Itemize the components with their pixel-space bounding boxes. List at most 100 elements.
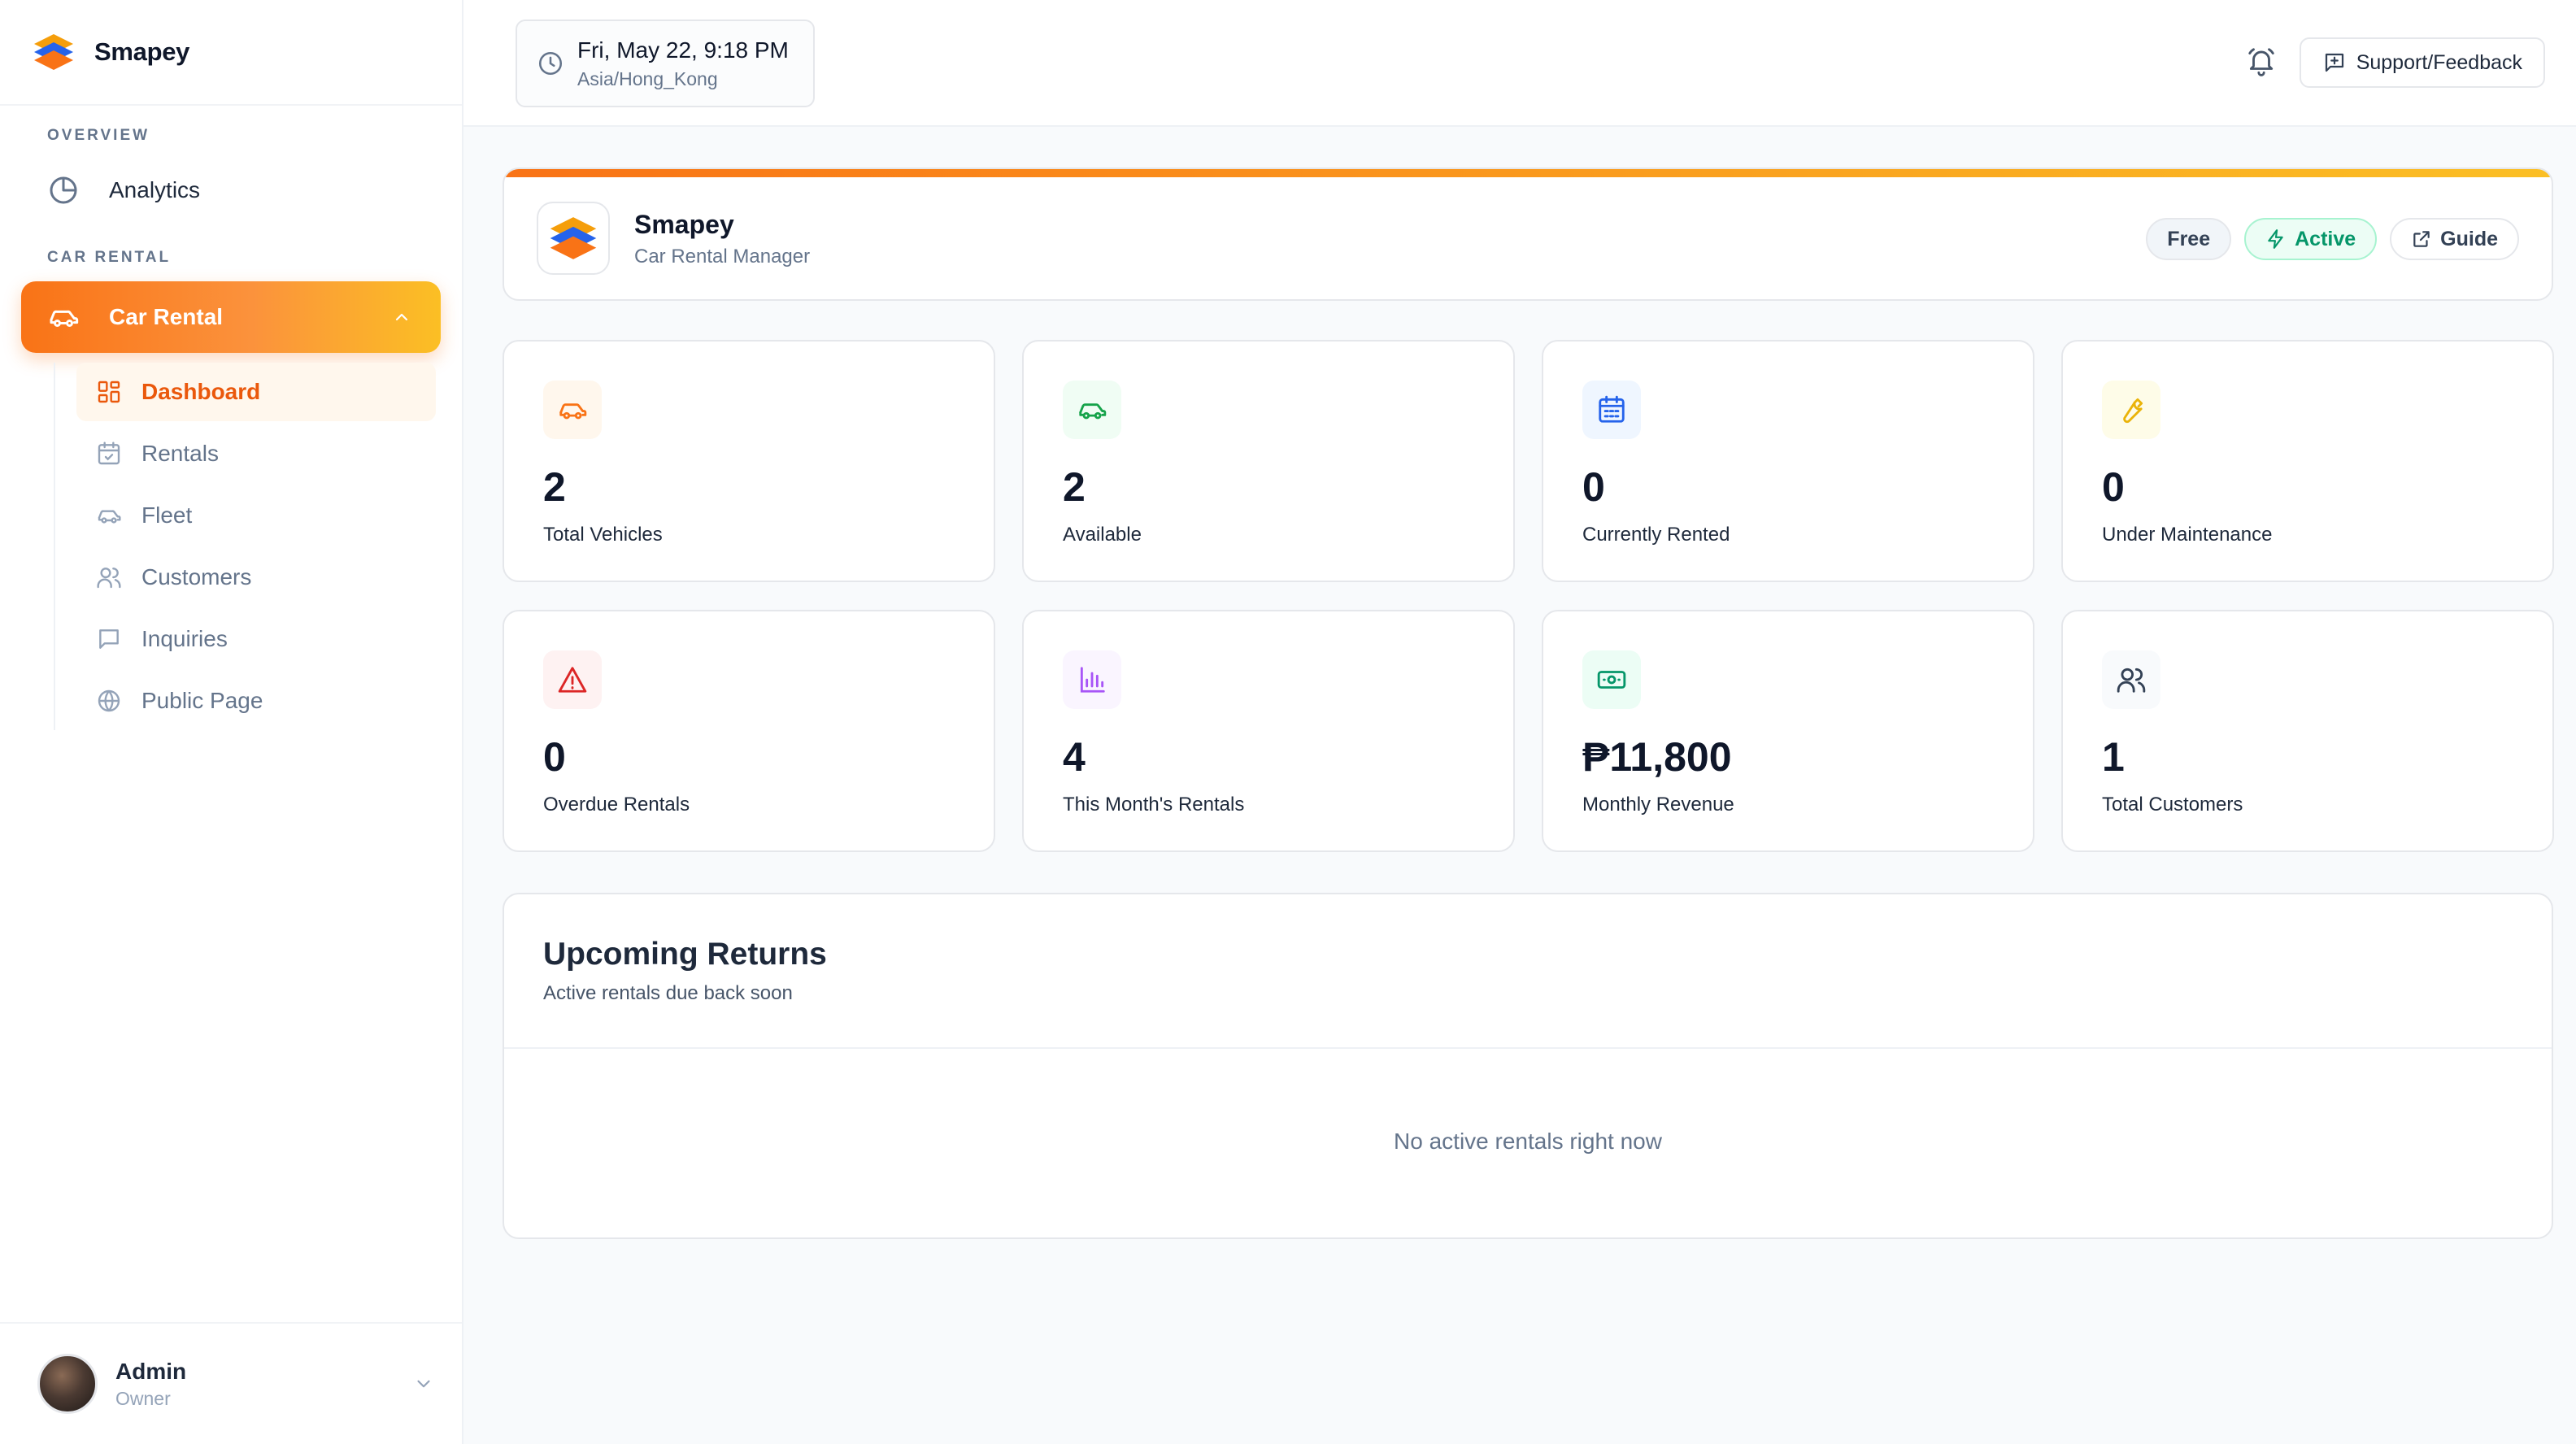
stat-card-available: 2 Available: [1022, 340, 1515, 582]
accent-stripe: [504, 169, 2552, 177]
sidebar-item-label: Public Page: [141, 688, 263, 713]
plan-badge: Free: [2146, 218, 2232, 260]
stat-icon-wrap: [2102, 381, 2160, 439]
app-header-card: Smapey Car Rental Manager Free Active Gu…: [503, 167, 2553, 301]
zap-icon: [2268, 229, 2283, 249]
sidebar-item-fleet[interactable]: Fleet: [76, 486, 436, 545]
upcoming-returns-subtitle: Active rentals due back soon: [543, 982, 793, 1004]
app-logo: [537, 202, 610, 275]
status-badge: Active: [2244, 218, 2378, 260]
stat-icon-wrap: [1063, 381, 1121, 439]
pie-chart-icon: [50, 176, 77, 204]
nav-item-car-rental[interactable]: Car Rental: [21, 281, 441, 353]
car-icon: [1079, 403, 1107, 420]
main-content: Smapey Car Rental Manager Free Active Gu…: [463, 127, 2576, 1444]
stat-icon-wrap: [543, 650, 602, 709]
sidebar-item-label: Rentals: [141, 441, 219, 466]
support-feedback-button[interactable]: Support/Feedback: [2299, 37, 2545, 88]
nav-item-analytics-label: Analytics: [109, 177, 201, 202]
sidebar-item-label: Inquiries: [141, 626, 228, 651]
stat-label: Overdue Rentals: [543, 794, 690, 816]
support-feedback-label: Support/Feedback: [2356, 50, 2522, 74]
stat-card-total-vehicles: 2 Total Vehicles: [503, 340, 995, 582]
car-rental-subnav: Dashboard Rentals Fleet Customers Inquir…: [54, 363, 462, 730]
stats-grid: 2 Total Vehicles 2 Available 0 Currently…: [503, 340, 2554, 852]
users-icon: [2117, 668, 2146, 693]
user-menu[interactable]: Admin Owner: [0, 1322, 462, 1444]
clock-icon: [538, 51, 563, 76]
upcoming-returns-title: Upcoming Returns: [543, 937, 827, 972]
calendar-icon: [98, 441, 120, 465]
app-subtitle: Car Rental Manager: [634, 246, 811, 267]
section-label-car-rental: CAR RENTAL: [47, 249, 172, 266]
stat-label: Monthly Revenue: [1582, 794, 1734, 816]
stat-value: 4: [1063, 734, 1086, 780]
avatar: [37, 1354, 98, 1414]
stat-label: Available: [1063, 524, 1142, 546]
plan-badge-label: Free: [2167, 227, 2211, 250]
stat-label: Under Maintenance: [2102, 524, 2273, 546]
car-icon: [98, 510, 121, 524]
car-icon: [50, 310, 79, 327]
stat-icon-wrap: [1063, 650, 1121, 709]
stat-label: Total Customers: [2102, 794, 2243, 816]
globe-icon: [98, 689, 120, 712]
chevron-down-icon[interactable]: [413, 1373, 434, 1394]
alert-triangle-icon: [558, 667, 587, 693]
banknote-icon: [1597, 671, 1626, 689]
sidebar-item-customers[interactable]: Customers: [76, 548, 436, 607]
status-badge-label: Active: [2295, 227, 2356, 250]
bell-icon[interactable]: [2246, 46, 2277, 76]
logo-icon: [34, 34, 73, 70]
stat-card-currently-rented: 0 Currently Rented: [1542, 340, 2034, 582]
stat-value: 0: [543, 734, 566, 780]
clock-widget: Fri, May 22, 9:18 PM Asia/Hong_Kong: [516, 20, 815, 107]
stat-icon-wrap: [1582, 650, 1641, 709]
external-link-icon: [2413, 231, 2430, 247]
brand[interactable]: Smapey: [0, 0, 462, 106]
sidebar-item-inquiries[interactable]: Inquiries: [76, 610, 436, 668]
brand-name: Smapey: [94, 37, 190, 66]
empty-state-text: No active rentals right now: [1394, 1129, 1662, 1154]
sidebar-item-public-page[interactable]: Public Page: [76, 672, 436, 730]
upcoming-returns-header: Upcoming Returns Active rentals due back…: [504, 894, 2552, 1049]
stat-card-under-maintenance: 0 Under Maintenance: [2061, 340, 2554, 582]
sidebar-item-label: Dashboard: [141, 379, 261, 404]
sidebar-item-label: Customers: [141, 564, 252, 589]
stat-value: 2: [543, 464, 566, 510]
car-icon: [559, 403, 587, 420]
app-badges: Free Active Guide: [2146, 218, 2519, 260]
nav-item-analytics[interactable]: Analytics: [21, 154, 441, 226]
stat-value: 2: [1063, 464, 1086, 510]
message-icon: [99, 629, 119, 649]
sidebar-item-rentals[interactable]: Rentals: [76, 424, 436, 483]
guide-button[interactable]: Guide: [2390, 218, 2519, 260]
stat-value: 1: [2102, 734, 2125, 780]
app-title: Smapey: [634, 210, 734, 239]
sidebar-item-label: Fleet: [141, 502, 193, 528]
stat-label: Total Vehicles: [543, 524, 663, 546]
sidebar: Smapey OVERVIEW Analytics CAR RENTAL Car…: [0, 0, 463, 1444]
stat-value: 0: [1582, 464, 1605, 510]
logo-icon: [550, 217, 597, 259]
bar-chart-icon: [1080, 667, 1105, 693]
clock-timezone: Asia/Hong_Kong: [577, 67, 718, 89]
sidebar-item-dashboard[interactable]: Dashboard: [76, 363, 436, 421]
stat-value: ₱11,800: [1582, 734, 1732, 780]
guide-button-label: Guide: [2440, 227, 2498, 250]
grid-icon: [98, 381, 120, 403]
stat-card-monthly-revenue: ₱11,800 Monthly Revenue: [1542, 610, 2034, 852]
section-label-overview: OVERVIEW: [47, 127, 150, 144]
nav-item-car-rental-label: Car Rental: [109, 304, 224, 329]
chevron-up-icon[interactable]: [392, 307, 411, 327]
wrench-icon: [2123, 398, 2143, 424]
stat-icon-wrap: [543, 381, 602, 439]
stat-card-month-rentals: 4 This Month's Rentals: [1022, 610, 1515, 852]
user-name: Admin: [115, 1358, 187, 1384]
stat-icon-wrap: [1582, 381, 1641, 439]
stat-icon-wrap: [2102, 650, 2160, 709]
message-plus-icon: [2325, 53, 2343, 72]
user-role: Owner: [115, 1387, 171, 1409]
calendar-icon: [1599, 395, 1625, 423]
upcoming-returns-card: Upcoming Returns Active rentals due back…: [503, 893, 2553, 1239]
